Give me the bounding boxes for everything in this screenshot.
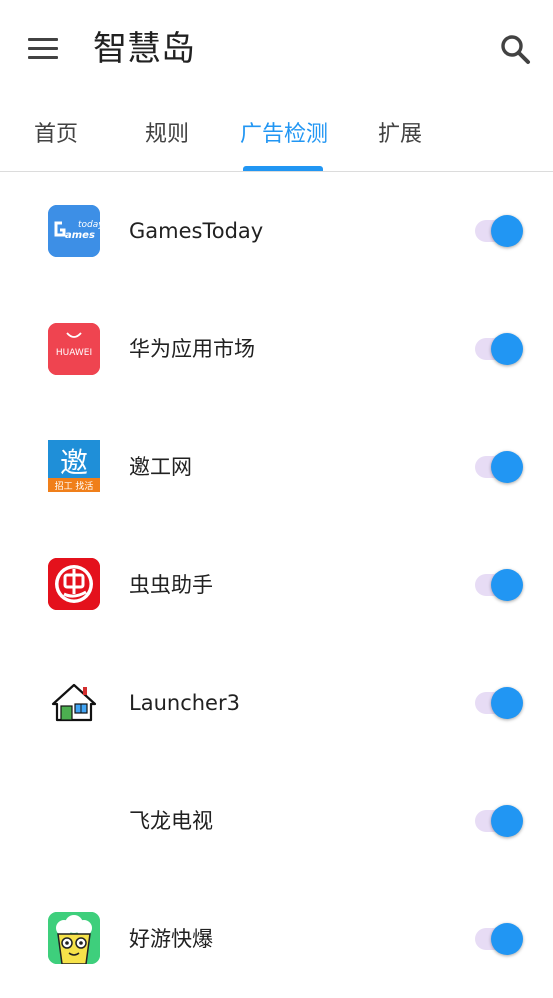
tab-home[interactable]: 首页 (34, 120, 78, 150)
ad-block-toggle[interactable] (473, 803, 525, 839)
ad-block-toggle[interactable] (473, 449, 525, 485)
toggle-thumb (491, 923, 523, 955)
list-item[interactable]: 飞龙电视 (0, 762, 553, 880)
ad-block-toggle[interactable] (473, 567, 525, 603)
blank-icon (48, 794, 100, 846)
list-item[interactable]: HUAWEI 华为应用市场 (0, 290, 553, 408)
toggle-thumb (491, 451, 523, 483)
active-tab-indicator (243, 166, 323, 171)
svg-text:ames: ames (65, 230, 95, 241)
ad-block-toggle[interactable] (473, 331, 525, 367)
yaogong-icon: 邀 招工 找活 (48, 440, 100, 492)
ad-block-toggle[interactable] (473, 685, 525, 721)
list-item[interactable]: 邀 招工 找活 邀工网 (0, 408, 553, 526)
huawei-appgallery-icon: HUAWEI (48, 323, 100, 375)
toggle-thumb (491, 215, 523, 247)
menu-icon[interactable] (24, 30, 62, 68)
toggle-thumb (491, 687, 523, 719)
gamestoday-icon: today ames (48, 205, 100, 257)
tab-ad-detection[interactable]: 广告检测 (240, 120, 328, 150)
haoyou-icon (48, 912, 100, 964)
app-name: GamesToday (129, 219, 264, 243)
list-item[interactable]: 好游快爆 (0, 880, 553, 998)
app-name: 邀工网 (129, 455, 192, 479)
app-name: 飞龙电视 (129, 809, 213, 833)
svg-text:邀: 邀 (60, 446, 88, 479)
app-name: Launcher3 (129, 691, 240, 715)
launcher-house-icon (48, 676, 100, 728)
svg-text:today: today (78, 220, 100, 230)
svg-text:HUAWEI: HUAWEI (56, 348, 92, 358)
toggle-thumb (491, 805, 523, 837)
tab-extensions[interactable]: 扩展 (378, 120, 422, 150)
ad-block-toggle[interactable] (473, 213, 525, 249)
list-item[interactable]: Launcher3 (0, 644, 553, 762)
app-title: 智慧岛 (93, 29, 195, 69)
chongchong-icon (48, 558, 100, 610)
toggle-thumb (491, 569, 523, 601)
app-bar: 智慧岛 (0, 0, 553, 100)
ad-block-toggle[interactable] (473, 921, 525, 957)
list-item[interactable]: today ames GamesToday (0, 172, 553, 290)
app-name: 华为应用市场 (129, 337, 255, 361)
toggle-thumb (491, 333, 523, 365)
tab-bar: 首页 规则 广告检测 扩展 (0, 100, 553, 172)
tab-rules[interactable]: 规则 (145, 120, 189, 150)
app-name: 虫虫助手 (129, 573, 213, 597)
list-item[interactable]: 虫虫助手 (0, 526, 553, 644)
svg-text:招工 找活: 招工 找活 (55, 480, 94, 492)
search-icon[interactable] (496, 30, 536, 70)
app-name: 好游快爆 (129, 927, 213, 951)
